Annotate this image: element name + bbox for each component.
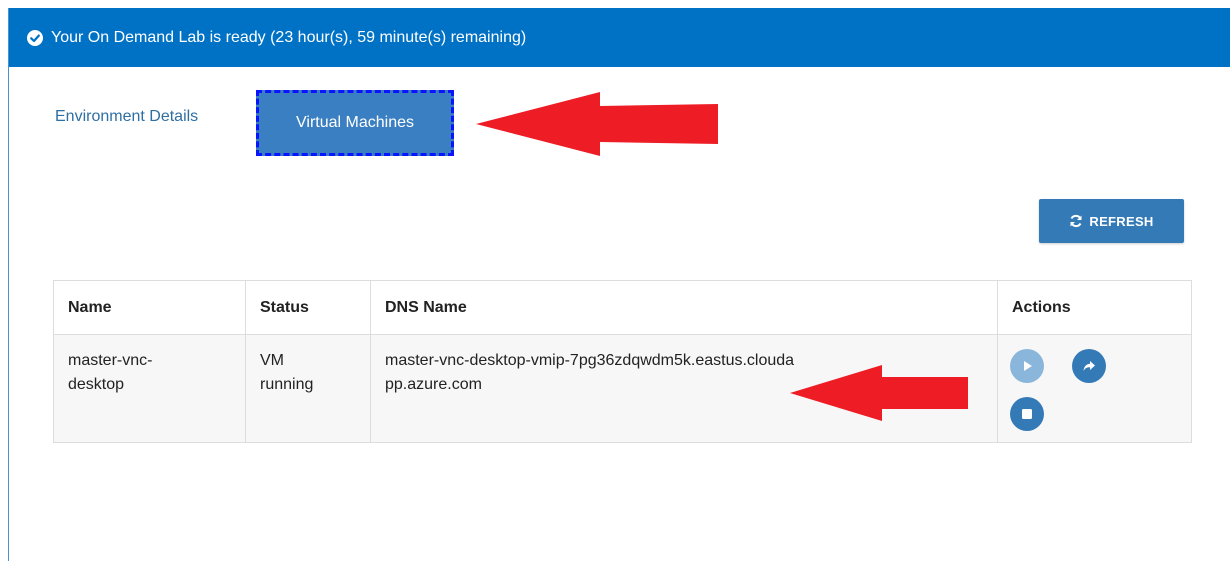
refresh-button[interactable]: REFRESH bbox=[1039, 199, 1184, 243]
vm-name-cell: master-vnc-desktop bbox=[53, 334, 246, 443]
vm-name: master-vnc-desktop bbox=[68, 352, 153, 393]
table-header-row: Name Status DNS Name Actions bbox=[53, 280, 1192, 335]
vm-table: Name Status DNS Name Actions master-vnc-… bbox=[53, 280, 1192, 443]
header-status: Status bbox=[245, 280, 371, 335]
start-vm-button[interactable] bbox=[1010, 349, 1044, 383]
tab-virtual-machines-label: Virtual Machines bbox=[296, 114, 414, 131]
table-row: master-vnc-desktop VM running master-vnc… bbox=[53, 334, 1192, 443]
header-name: Name bbox=[53, 280, 246, 335]
annotation-arrow-tab bbox=[476, 92, 718, 156]
header-dns-name: DNS Name bbox=[370, 280, 998, 335]
lab-ready-banner: Your On Demand Lab is ready (23 hour(s),… bbox=[9, 8, 1230, 67]
stop-vm-button[interactable] bbox=[1010, 397, 1044, 431]
check-circle-icon bbox=[27, 29, 43, 46]
play-icon bbox=[1024, 361, 1032, 371]
annotation-arrow-dns bbox=[790, 365, 968, 421]
vm-status: VM running bbox=[260, 352, 314, 393]
refresh-label: REFRESH bbox=[1089, 213, 1154, 229]
stop-icon bbox=[1022, 409, 1032, 419]
share-vm-button[interactable] bbox=[1072, 349, 1106, 383]
refresh-icon bbox=[1070, 214, 1082, 228]
share-icon bbox=[1083, 361, 1095, 371]
banner-message: Your On Demand Lab is ready (23 hour(s),… bbox=[51, 28, 527, 46]
tab-environment-details[interactable]: Environment Details bbox=[55, 108, 198, 126]
vm-status-cell: VM running bbox=[245, 334, 371, 443]
header-actions: Actions bbox=[997, 280, 1192, 335]
vm-dns-name[interactable]: master-vnc-desktop-vmip-7pg36zdqwdm5k.ea… bbox=[385, 349, 795, 397]
vm-actions-cell bbox=[997, 334, 1192, 443]
tab-virtual-machines[interactable]: Virtual Machines bbox=[256, 90, 454, 156]
